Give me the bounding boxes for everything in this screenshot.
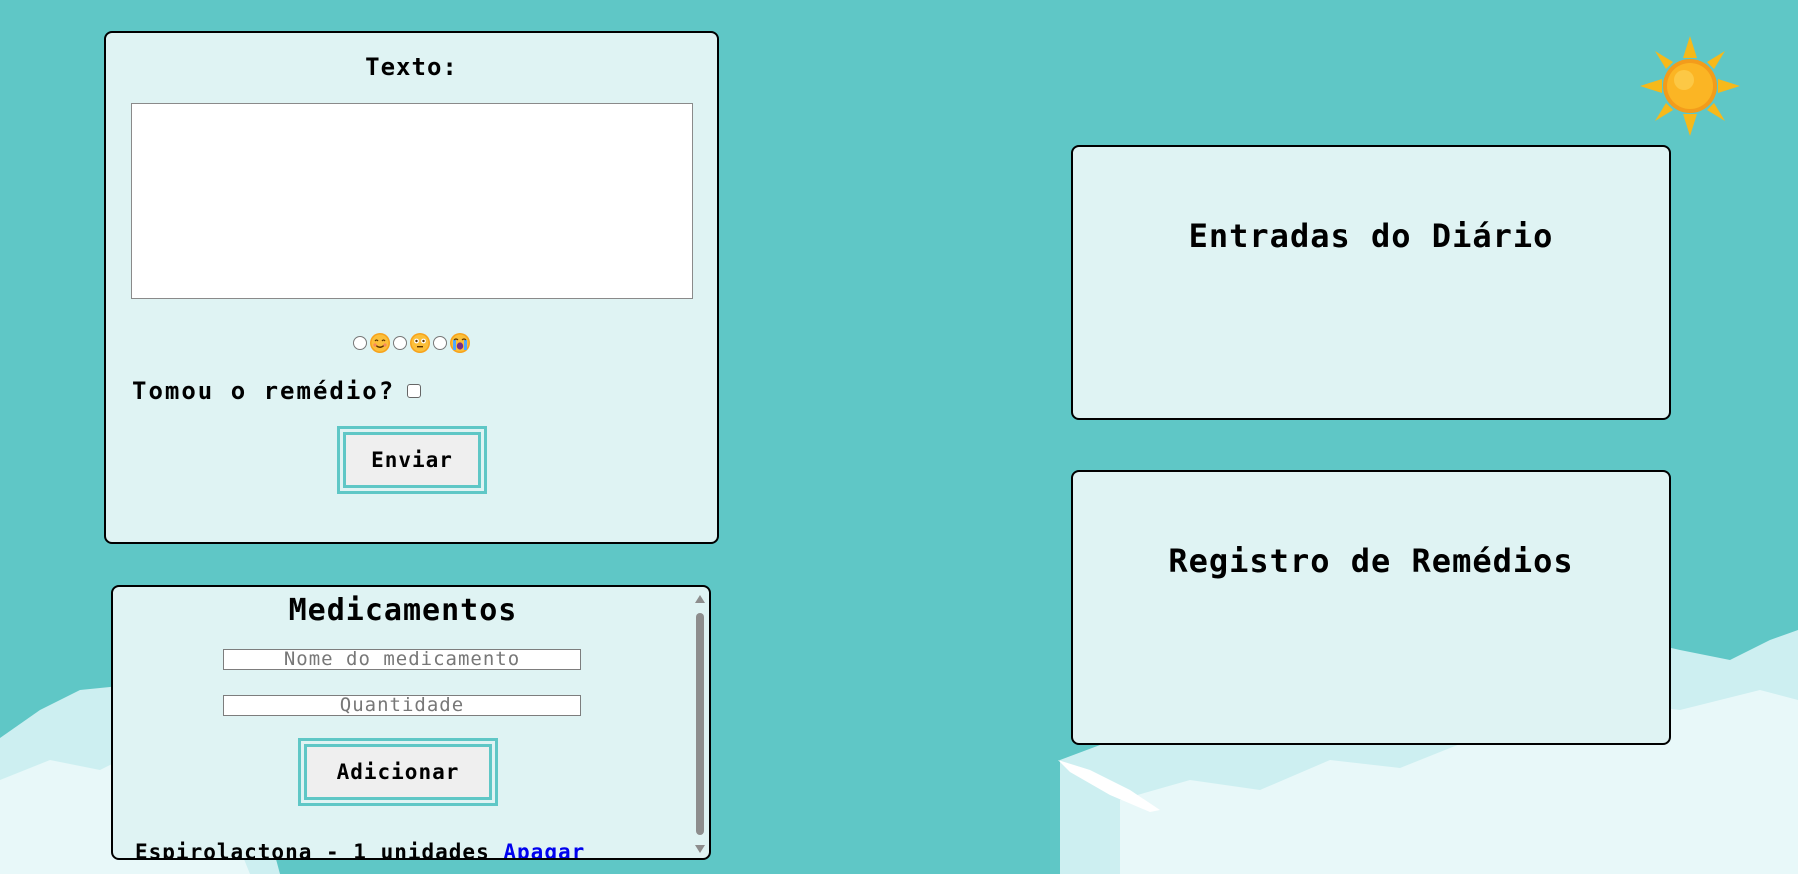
medication-name-input[interactable]: Nome do medicamento [223,649,581,670]
diary-entries-title: Entradas do Diário [1188,217,1554,255]
medication-quantity-input[interactable]: Quantidade [223,695,581,716]
scrollbar-thumb[interactable] [696,613,704,835]
diary-text-input[interactable] [131,103,693,299]
scroll-down-icon[interactable] [695,845,705,853]
medicine-taken-row: Tomou o remédio? [132,377,422,405]
medicine-log-title: Registro de Remédios [1168,542,1574,580]
smiling-face-icon [369,333,390,353]
medicine-taken-checkbox[interactable] [407,384,422,398]
send-button[interactable]: Enviar [343,432,481,488]
mood-radio-neutral[interactable] [392,336,407,350]
mood-selector [106,332,717,354]
medication-item-text: Espirolactona - 1 unidades [135,840,490,860]
mood-radio-happy[interactable] [352,336,367,350]
flushed-face-icon [409,333,430,353]
diary-form-panel: Texto: Tomou o remédio? Enviar [104,31,719,544]
medication-list-item: Espirolactona - 1 unidades Apagar [135,840,585,860]
add-medication-button[interactable]: Adicionar [304,744,492,800]
diary-entries-panel: Entradas do Diário [1071,145,1671,420]
medicine-question-label: Tomou o remédio? [132,377,396,405]
delete-medication-link[interactable]: Apagar [503,840,585,858]
crying-face-icon [449,333,470,353]
text-label: Texto: [365,53,458,81]
sun-icon [1640,36,1740,136]
scroll-up-icon[interactable] [695,595,705,603]
medications-panel: Medicamentos Nome do medicamento Quantid… [111,585,711,860]
medicine-log-panel: Registro de Remédios [1071,470,1671,745]
medications-scrollbar[interactable] [694,592,706,856]
mood-radio-sad[interactable] [432,336,447,350]
medications-title: Medicamentos [288,593,518,628]
